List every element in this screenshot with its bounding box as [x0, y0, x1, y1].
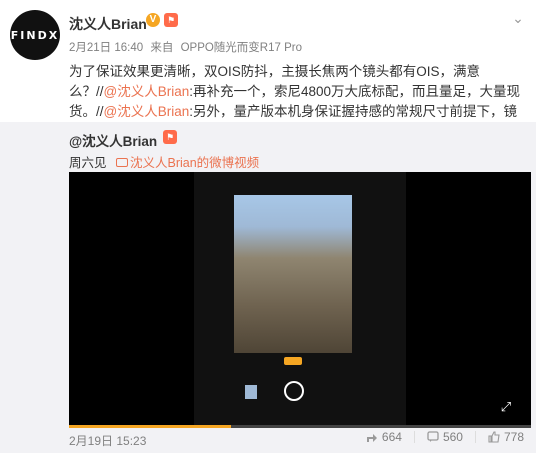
weibo-card: FINDX 沈义人Brian V ⚑ ⌄ 2月21日 16:40 来自 OPPO… — [0, 0, 536, 453]
video-progress-fill — [69, 425, 231, 428]
repost-time: 周六见 — [69, 156, 107, 170]
avatar-logo-text: FINDX — [10, 28, 60, 42]
gallery-thumb — [245, 385, 257, 399]
video-player[interactable]: ⤢ — [69, 172, 531, 428]
like-icon — [488, 431, 500, 443]
video-link-label: 沈义人Brian的微博视频 — [130, 156, 260, 170]
video-link[interactable]: 沈义人Brian的微博视频 — [116, 156, 259, 170]
mention-link[interactable]: @沈义人Brian — [104, 84, 190, 99]
post-via-label: 来自 — [150, 42, 174, 54]
share-icon — [366, 434, 377, 442]
like-button[interactable]: 778 — [488, 430, 524, 444]
vip-badge-icon: V — [146, 13, 160, 27]
share-count: 664 — [381, 430, 402, 444]
like-count: 778 — [503, 430, 524, 444]
camera-mode-chip — [284, 357, 302, 365]
share-button[interactable]: 664 — [366, 430, 402, 444]
video-link-icon — [116, 158, 128, 167]
post-device[interactable]: OPPO随光而变R17 Pro — [181, 42, 302, 54]
video-frame-image — [234, 195, 352, 353]
comment-button[interactable]: 560 — [427, 430, 463, 444]
shutter-icon — [284, 381, 304, 401]
repost-username-link[interactable]: @沈义人Brian — [69, 130, 157, 150]
repost-container: @沈义人Brian ⚑ 周六见 沈义人Brian的微博视频 ⤢ — [0, 122, 536, 453]
username-link[interactable]: 沈义人Brian — [69, 14, 147, 34]
footer-actions: 664 560 778 — [366, 430, 524, 444]
mention-link[interactable]: @沈义人Brian — [104, 104, 190, 119]
rank-badge-icon: ⚑ — [164, 13, 178, 27]
repost-date[interactable]: 2月19日 15:23 — [69, 432, 146, 449]
comment-icon — [427, 431, 439, 442]
repost-line: 周六见 沈义人Brian的微博视频 — [69, 152, 259, 171]
chevron-down-icon[interactable]: ⌄ — [510, 10, 526, 26]
post-date[interactable]: 2月21日 16:40 — [69, 42, 143, 54]
divider — [413, 431, 415, 443]
repost-rank-badge-icon: ⚑ — [163, 130, 177, 144]
divider — [474, 431, 476, 443]
post-meta: 2月21日 16:40 来自 OPPO随光而变R17 Pro — [69, 39, 306, 55]
fullscreen-icon[interactable]: ⤢ — [499, 400, 513, 414]
comment-count: 560 — [442, 430, 463, 444]
avatar[interactable]: FINDX — [10, 10, 60, 60]
